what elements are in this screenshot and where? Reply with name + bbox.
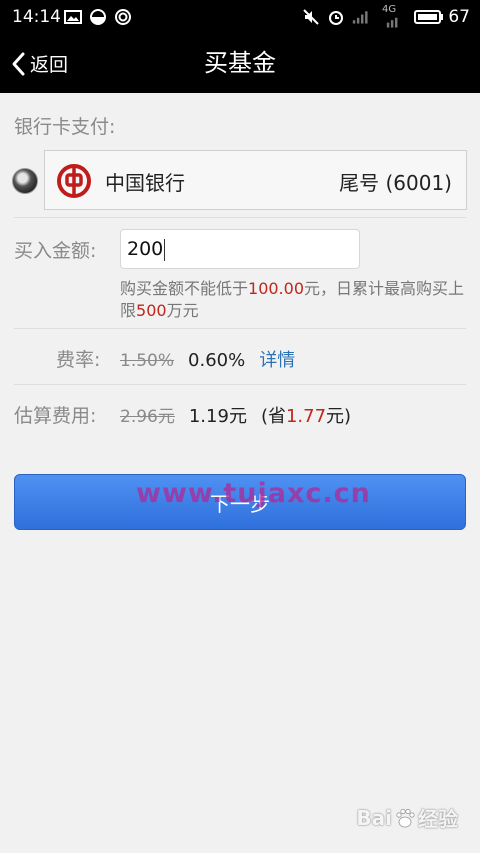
divider [14,328,466,329]
status-bar: 14:14 4G 67 [0,0,480,34]
hint-text: 购买金额不能低于 [120,279,249,298]
amount-input[interactable]: 200 [120,229,360,269]
rate-row: 1.50% 0.60% 详情 [120,346,295,372]
text-caret [164,238,166,261]
gallery-icon [64,10,82,24]
back-button[interactable]: 返回 [10,34,68,93]
battery-icon [414,10,443,24]
chevron-left-icon [12,52,25,75]
divider [14,217,466,218]
discounted-rate: 0.60% [188,350,246,371]
card-tail-number: 尾号 (6001) [339,171,452,195]
hint-min-amount: 100.00 [248,279,304,298]
amount-hint: 购买金额不能低于100.00元，日累计最高购买上限500万元 [120,278,465,322]
back-label: 返回 [30,54,69,76]
battery-level: 67 [448,7,470,27]
signal-4g-icon [386,17,398,28]
bank-card-radio[interactable] [12,168,38,194]
jingyan-text: 经验 [418,807,458,831]
fee-row: 2.96元 1.19元 (省1.77元) [120,402,351,428]
next-step-button[interactable]: 下一步 [14,474,466,530]
amount-label: 买入金额: [14,240,97,262]
mute-icon [303,9,319,25]
baidu-paw-icon [396,808,415,827]
rate-details-link[interactable]: 详情 [259,346,295,372]
bank-card-option[interactable]: 中国银行 尾号 (6001) [44,150,467,210]
hotspot-icon [115,9,131,25]
savings-suffix: 元) [326,406,352,427]
fee-label: 估算费用: [14,405,97,427]
savings-amount: 1.77 [285,406,327,427]
amount-value: 200 [127,238,164,260]
hint-max-amount: 500 [136,301,167,320]
original-rate: 1.50% [120,351,175,371]
page-title: 买基金 [204,49,276,77]
savings-text: (省1.77元) [261,402,351,428]
estimated-fee: 1.19元 [188,406,247,427]
rate-label: 费率: [56,349,101,371]
baidu-text: Bai [356,805,392,830]
alarm-icon [329,11,343,25]
status-time: 14:14 [12,7,61,27]
baidu-jingyan-watermark: Bai 经验 [356,803,458,832]
savings-prefix: (省 [260,406,286,427]
data-saver-icon [90,9,106,25]
bank-of-china-logo-icon [57,164,91,198]
signal-icon [352,11,368,24]
divider [14,384,466,385]
nav-bar: 返回 买基金 [0,34,480,93]
hint-text: 万元 [166,301,199,320]
original-fee: 2.96元 [120,407,175,427]
payment-section-label: 银行卡支付: [14,116,116,138]
bank-name: 中国银行 [105,171,185,195]
